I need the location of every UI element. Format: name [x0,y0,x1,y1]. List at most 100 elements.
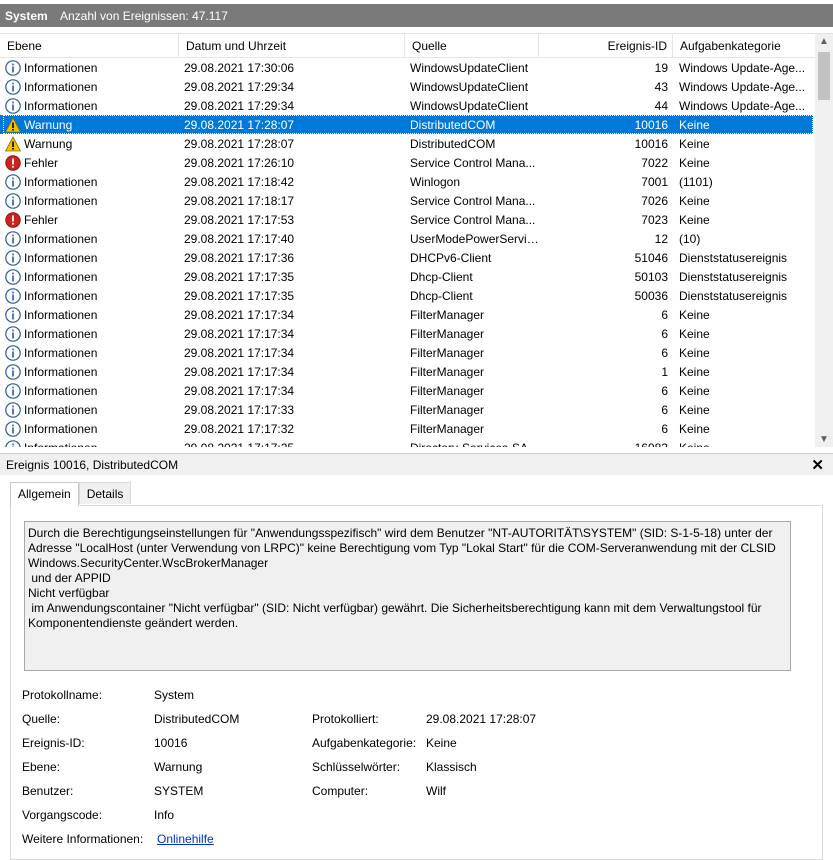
level-text: Informationen [24,441,97,448]
event-row[interactable]: Informationen 29.08.2021 17:17:34 FilterMa… [0,381,813,400]
cell-source: Dhcp-Client [410,269,473,284]
vertical-scrollbar[interactable]: ▲ ▼ [815,34,833,447]
scroll-up-icon[interactable]: ▲ [815,34,833,50]
event-row[interactable]: Informationen 29.08.2021 17:17:34 FilterMa… [0,324,813,343]
onlinehilfe-link[interactable]: Onlinehilfe [157,832,214,846]
event-description[interactable]: Durch die Berechtigungseinstellungen für… [24,521,791,671]
cell-event-id: 7001 [641,174,668,189]
cell-category: Keine [679,117,710,132]
scroll-thumb[interactable] [818,52,830,100]
tab-allgemein[interactable]: Allgemein [10,482,79,506]
value-benutzer: SYSTEM [154,784,204,798]
cell-date: 29.08.2021 17:26:10 [184,155,295,170]
cell-date: 29.08.2021 17:17:36 [184,250,295,265]
value-computer: Wilf [426,784,446,798]
cell-source: Dhcp-Client [410,288,473,303]
value-vorgangscode: Info [154,808,175,822]
event-row[interactable]: Informationen 29.08.2021 17:17:36 DHCPv6-C… [0,248,813,267]
error-icon [5,154,21,171]
label-ebene: Ebene: [22,760,61,774]
event-row[interactable]: Informationen 29.08.2021 17:29:34 WindowsU… [0,96,813,115]
cell-source: Service Control Mana... [410,193,536,208]
value-ereignis-id: 10016 [154,736,188,750]
event-row[interactable]: Informationen 29.08.2021 17:30:06 WindowsU… [0,58,813,77]
event-list[interactable]: Ebene Datum und Uhrzeit Quelle Ereignis-… [0,33,833,447]
cell-level: Fehler [0,154,179,171]
cell-event-id: 16983 [539,441,673,448]
event-row[interactable]: Informationen 29.08.2021 17:17:34 FilterMa… [0,362,813,381]
event-row[interactable]: Informationen 29.08.2021 17:17:34 FilterMa… [0,305,813,324]
tab-details[interactable]: Details [78,482,132,504]
info-icon [5,249,21,266]
event-row[interactable]: Informationen 29.08.2021 17:29:34 WindowsU… [0,77,813,96]
cell-date: 29.08.2021 17:17:40 [184,231,295,246]
level-text: Informationen [24,269,98,284]
cell-source: Service Control Mana... [410,212,536,227]
event-list-header: Ebene Datum und Uhrzeit Quelle Ereignis-… [0,34,815,58]
warning-icon [4,135,22,152]
event-detail-header: Ereignis 10016, DistributedCOM ✕ [0,453,833,475]
event-row[interactable]: Informationen 29.08.2021 17:17:35 Dhcp-Cli… [0,286,813,305]
cell-source: Service Control Mana... [410,155,536,170]
event-row[interactable]: Informationen 29.08.2021 17:18:42 Winlogon… [0,172,813,191]
cell-event-id: 6 [661,402,668,417]
column-header-level[interactable]: Ebene [0,34,179,58]
cell-level: Informationen [0,306,179,323]
cell-source: FilterManager [410,364,485,379]
cell-source: UserModePowerService [410,231,539,246]
cell-event-id: 44 [654,98,668,113]
level-text: Informationen [24,383,98,398]
level-text: Informationen [24,364,98,379]
event-row[interactable]: Fehler 29.08.2021 17:17:53 Service Control… [0,210,813,229]
cell-level: Informationen [0,401,179,418]
value-aufgabenkategorie: Keine [426,736,457,750]
cell-category: Windows Update-Age... [679,98,806,113]
cell-date: 29.08.2021 17:30:06 [184,60,295,75]
cell-event-id: 7022 [641,155,668,170]
cell-level: Fehler [0,211,179,228]
cell-source: DistributedCOM [410,117,496,132]
cell-category: Windows Update-Age... [679,60,806,75]
cell-source: FilterManager [410,421,485,436]
info-icon [5,325,21,342]
level-text: Informationen [24,288,98,303]
cell-category: Keine [679,364,710,379]
event-row[interactable]: Informationen 29.08.2021 17:17:33 FilterMa… [0,400,813,419]
event-row[interactable]: Informationen 29.08.2021 17:17:25Director… [0,438,813,447]
cell-event-id: 50036 [634,288,668,303]
scroll-down-icon[interactable]: ▼ [815,432,833,447]
cell-category: (10) [679,231,701,246]
level-text: Informationen [24,307,98,322]
label-ereignis-id: Ereignis-ID: [22,736,85,750]
event-row[interactable]: Warnung 29.08.2021 17:28:07 DistributedCOM… [0,134,813,153]
level-text: Informationen [24,250,98,265]
close-icon[interactable]: ✕ [811,456,824,474]
column-header-date[interactable]: Datum und Uhrzeit [179,34,405,58]
column-header-source[interactable]: Quelle [405,34,539,58]
level-text: Informationen [24,326,98,341]
event-row[interactable]: Informationen 29.08.2021 17:17:35 Dhcp-Cli… [0,267,813,286]
event-row[interactable]: Informationen 29.08.2021 17:17:32 FilterMa… [0,419,813,438]
cell-source: FilterManager [410,307,485,322]
event-row[interactable]: Informationen 29.08.2021 17:18:17 Service … [0,191,813,210]
label-benutzer: Benutzer: [22,784,74,798]
event-row[interactable]: Informationen 29.08.2021 17:17:40 UserMode… [0,229,813,248]
level-text: Informationen [24,345,98,360]
cell-level: Informationen [0,97,179,114]
error-icon [5,211,21,228]
event-row[interactable]: Warnung 29.08.2021 17:28:07 DistributedCOM… [0,115,813,134]
cell-date: 29.08.2021 17:17:34 [184,345,295,360]
cell-event-id: 6 [661,307,668,322]
cell-level: Informationen [0,325,179,342]
info-icon [5,363,21,380]
cell-category: Dienststatusereignis [679,269,788,284]
column-header-event-id[interactable]: Ereignis-ID [539,34,673,58]
cell-event-id: 7026 [641,193,668,208]
cell-level: Warnung [0,116,179,133]
event-row[interactable]: Informationen 29.08.2021 17:17:34 FilterMa… [0,343,813,362]
event-row[interactable]: Fehler 29.08.2021 17:26:10 Service Control… [0,153,813,172]
cell-date: 29.08.2021 17:17:53 [184,212,295,227]
log-name: System [5,8,48,23]
label-protokollname: Protokollname: [22,688,103,702]
column-header-category[interactable]: Aufgabenkategorie [673,34,813,58]
